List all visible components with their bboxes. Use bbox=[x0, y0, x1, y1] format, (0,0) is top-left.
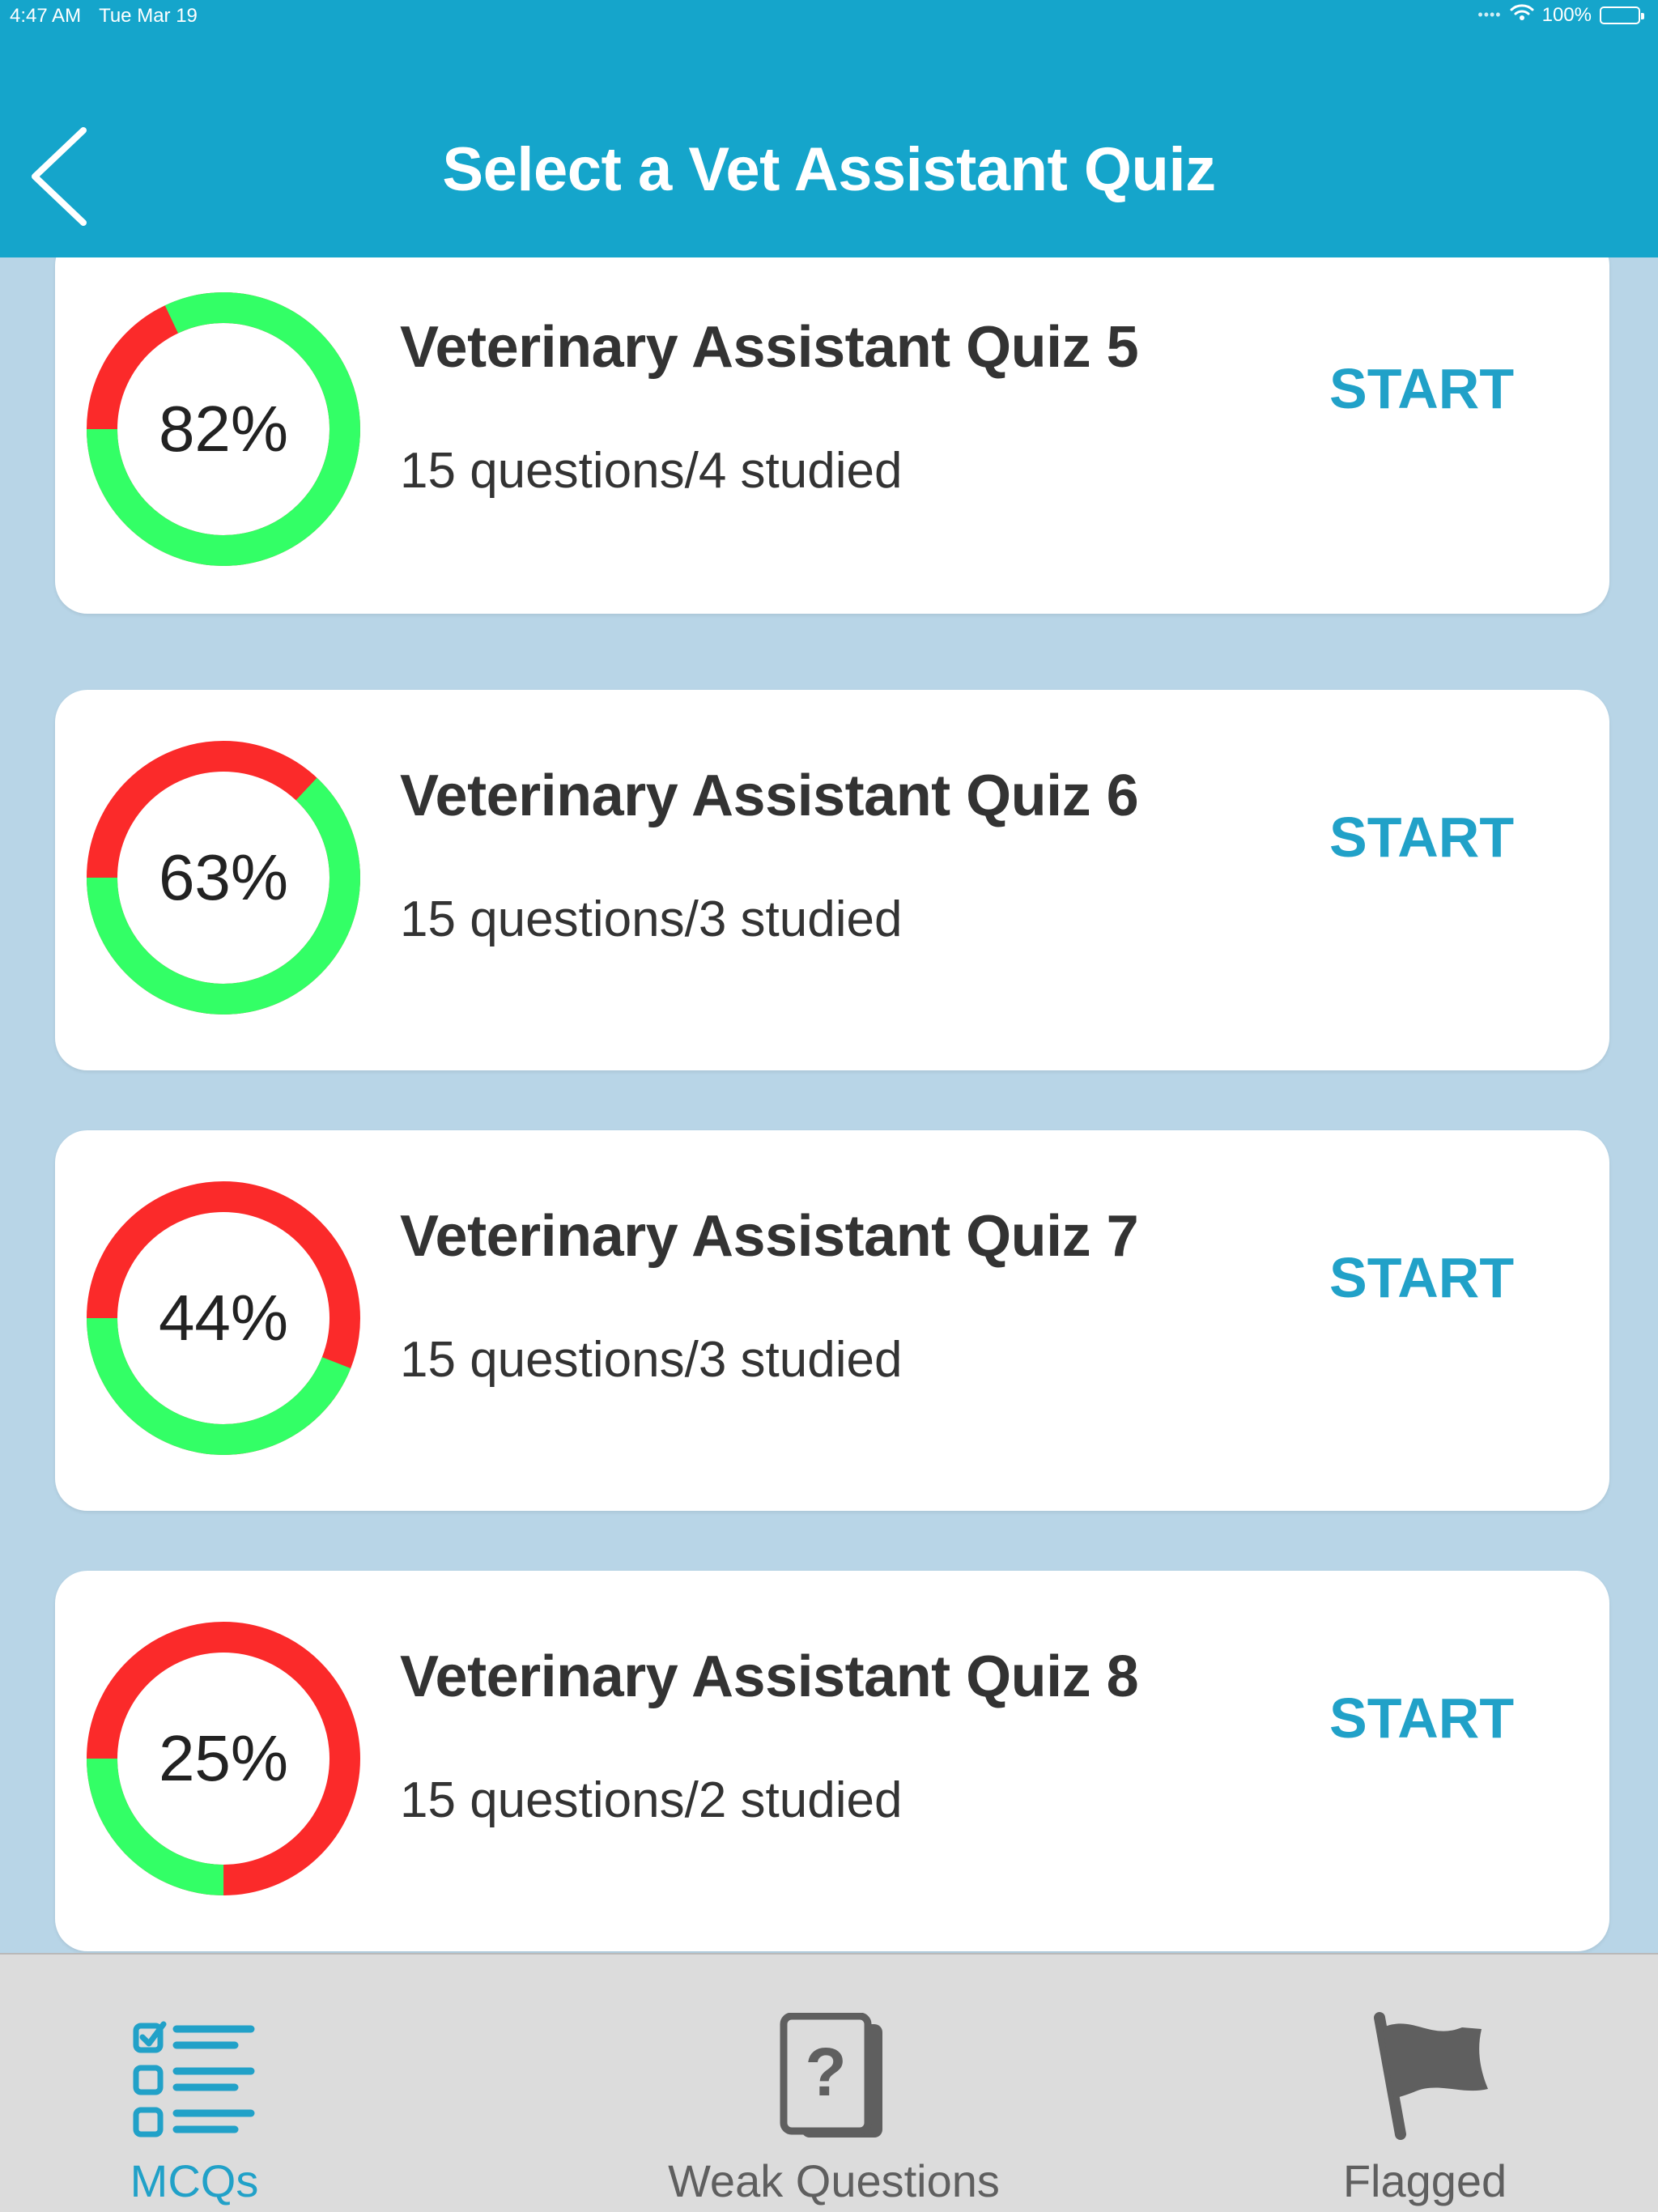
tab-label: Flagged bbox=[1342, 2155, 1507, 2206]
start-button[interactable]: START bbox=[1329, 356, 1514, 421]
progress-percent: 82% bbox=[158, 393, 289, 465]
quiz-card[interactable]: 25% Veterinary Assistant Quiz 8 15 quest… bbox=[55, 1571, 1609, 1951]
page-title: Select a Vet Assistant Quiz bbox=[442, 135, 1216, 204]
flag-icon bbox=[1374, 2012, 1488, 2140]
progress-ring: 25% bbox=[86, 1621, 361, 1896]
app-screen: 4:47 AM Tue Mar 19 •••• 100% Select a Ve… bbox=[0, 0, 1658, 2212]
tab-flagged[interactable]: Flagged bbox=[1312, 1955, 1538, 2212]
quiz-subtitle: 15 questions/4 studied bbox=[400, 443, 903, 499]
quiz-title: Veterinary Assistant Quiz 8 bbox=[400, 1644, 1139, 1709]
quiz-subtitle: 15 questions/3 studied bbox=[400, 891, 903, 947]
tab-weak-questions[interactable]: ? Weak Questions bbox=[656, 1955, 1012, 2212]
quiz-title: Veterinary Assistant Quiz 5 bbox=[400, 315, 1139, 380]
tab-label: Weak Questions bbox=[668, 2155, 1000, 2206]
status-time: 4:47 AM bbox=[10, 5, 82, 27]
quiz-card[interactable]: 82% Veterinary Assistant Quiz 5 15 quest… bbox=[55, 257, 1609, 614]
tab-label: MCQs bbox=[130, 2155, 259, 2206]
status-bar-right: •••• 100% bbox=[1477, 3, 1644, 27]
progress-percent: 44% bbox=[158, 1282, 289, 1354]
question-cards-icon: ? bbox=[780, 2013, 882, 2138]
quiz-title: Veterinary Assistant Quiz 7 bbox=[400, 1204, 1139, 1269]
signal-dots-icon: •••• bbox=[1477, 6, 1502, 23]
checklist-icon bbox=[133, 2021, 255, 2138]
quiz-card[interactable]: 63% Veterinary Assistant Quiz 6 15 quest… bbox=[55, 690, 1609, 1070]
quiz-subtitle: 15 questions/2 studied bbox=[400, 1772, 903, 1828]
status-date: Tue Mar 19 bbox=[99, 5, 198, 27]
battery-icon bbox=[1600, 6, 1644, 24]
quiz-subtitle: 15 questions/3 studied bbox=[400, 1332, 903, 1388]
svg-text:?: ? bbox=[805, 2034, 846, 2110]
progress-percent: 25% bbox=[158, 1722, 289, 1794]
quiz-title: Veterinary Assistant Quiz 6 bbox=[400, 764, 1139, 828]
progress-ring: 44% bbox=[86, 1180, 361, 1456]
start-button[interactable]: START bbox=[1329, 1686, 1514, 1750]
progress-ring: 63% bbox=[86, 740, 361, 1015]
status-bar-left: 4:47 AM Tue Mar 19 bbox=[10, 5, 198, 28]
quiz-card[interactable]: 44% Veterinary Assistant Quiz 7 15 quest… bbox=[55, 1130, 1609, 1511]
start-button[interactable]: START bbox=[1329, 1245, 1514, 1310]
start-button[interactable]: START bbox=[1329, 805, 1514, 870]
wifi-icon bbox=[1510, 3, 1534, 27]
progress-percent: 63% bbox=[158, 841, 289, 913]
battery-percent: 100% bbox=[1541, 3, 1592, 26]
tab-bar: MCQs ? Weak Questions Flagged bbox=[0, 1953, 1658, 2212]
quiz-list[interactable]: 82% Veterinary Assistant Quiz 5 15 quest… bbox=[0, 257, 1658, 1953]
navigation-header: 4:47 AM Tue Mar 19 •••• 100% Select a Ve… bbox=[0, 0, 1658, 257]
progress-ring: 82% bbox=[86, 291, 361, 567]
tab-mcqs[interactable]: MCQs bbox=[97, 1955, 291, 2212]
